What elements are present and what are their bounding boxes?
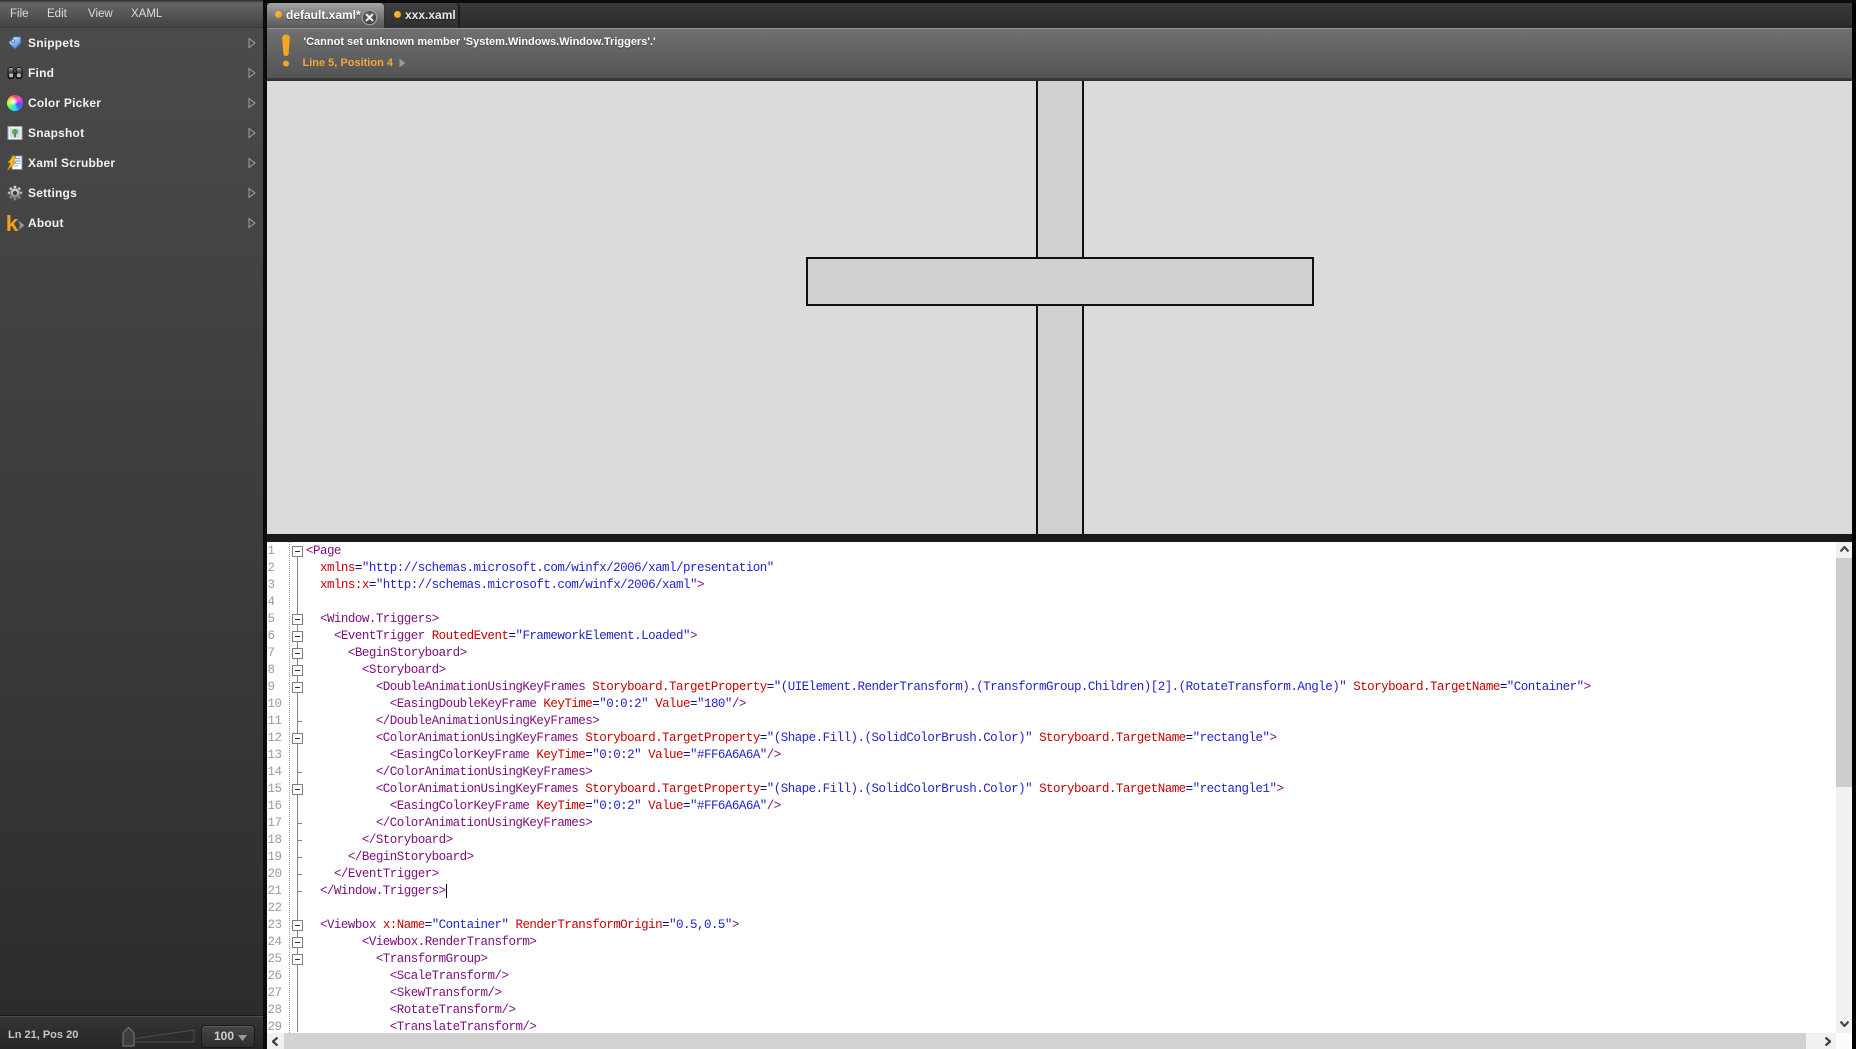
svg-text:k: k [6, 213, 19, 233]
